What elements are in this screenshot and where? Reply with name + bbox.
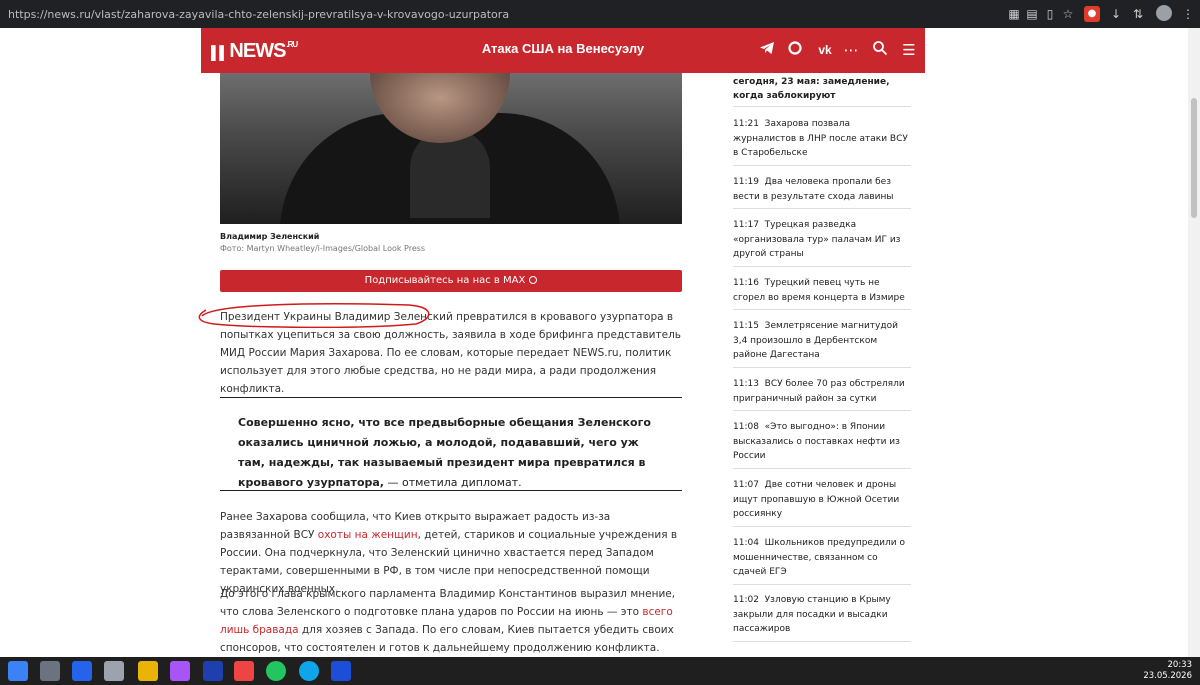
- vk-icon[interactable]: vk: [815, 40, 835, 60]
- news-item[interactable]: 11:07 Две сотни человек и дроны ищут про…: [733, 478, 911, 522]
- news-item[interactable]: 11:21 Захарова позвала журналистов в ЛНР…: [733, 117, 911, 161]
- translate-icon[interactable]: ▤: [1024, 6, 1040, 22]
- search-icon[interactable]: [870, 40, 890, 60]
- edge-icon[interactable]: [299, 661, 319, 681]
- telegram-icon[interactable]: [757, 40, 777, 60]
- start-button-icon[interactable]: [8, 661, 28, 681]
- folder-icon[interactable]: [138, 661, 158, 681]
- paint-app-icon[interactable]: [170, 661, 190, 681]
- news-item[interactable]: 11:08 «Это выгодно»: в Японии высказалис…: [733, 420, 911, 464]
- red-hand-drawn-circle: [198, 303, 430, 328]
- link-ohota-na-zhenshchin[interactable]: охоты на женщин: [318, 529, 418, 541]
- taskbar: 20:33 23.05.2026: [0, 657, 1200, 685]
- download-icon[interactable]: ↓: [1108, 6, 1124, 22]
- news-item[interactable]: 11:16 Турецкий певец чуть не сгорел во в…: [733, 276, 911, 305]
- chrome-icon[interactable]: [266, 661, 286, 681]
- news-item[interactable]: 11:04 Школьников предупредили о мошеннич…: [733, 536, 911, 580]
- quote-divider-bottom: [220, 490, 682, 491]
- max-logo-icon: [529, 276, 538, 284]
- explorer-app-icon[interactable]: [40, 661, 60, 681]
- article-paragraph-3: До этого глава крымского парламента Влад…: [220, 588, 676, 654]
- photo-caption-name: Владимир Зеленский: [220, 232, 320, 241]
- news-item[interactable]: 11:02 Узловую станцию в Крыму закрыли дл…: [733, 593, 911, 637]
- photo-credit: Фото: Martyn Wheatley/i-Images/Global Lo…: [220, 244, 426, 253]
- yandex-browser-icon[interactable]: [234, 661, 254, 681]
- site-header: ▌▌ NEWS.RU Атака США на Венесуэлу vk ⋯ ☰: [201, 28, 925, 73]
- news-item[interactable]: 11:17 Турецкая разведка «организовала ту…: [733, 218, 911, 262]
- site-logo[interactable]: ▌▌ NEWS.RU: [211, 40, 298, 63]
- subscribe-max-button[interactable]: Подписывайтесь на нас в MAX: [220, 270, 682, 292]
- settings-app-icon[interactable]: [104, 661, 124, 681]
- quote-divider-top: [220, 397, 682, 398]
- page-viewport: ▌▌ NEWS.RU Атака США на Венесуэлу vk ⋯ ☰ …: [0, 28, 1200, 657]
- scrollbar-thumb[interactable]: [1191, 98, 1197, 218]
- news-item[interactable]: 11:19 Два человека пропали без вести в р…: [733, 175, 911, 204]
- menu-icon[interactable]: ⋮: [1180, 6, 1196, 22]
- news-item[interactable]: 11:13 ВСУ более 70 раз обстреляли пригра…: [733, 377, 911, 406]
- sync-icon[interactable]: ⇅: [1130, 6, 1146, 22]
- logo-mark-icon: ▌▌: [211, 45, 228, 60]
- bookmark-icon[interactable]: ☆: [1060, 6, 1076, 22]
- camera-app-icon[interactable]: [203, 661, 223, 681]
- reader-icon[interactable]: ▯: [1042, 6, 1058, 22]
- article-photo: [220, 73, 682, 224]
- more-icon[interactable]: ⋯: [841, 40, 861, 60]
- calculator-icon[interactable]: [72, 661, 92, 681]
- tab-grid-icon[interactable]: ▦: [1006, 6, 1022, 22]
- url-text[interactable]: https://news.ru/vlast/zaharova-zayavila-…: [8, 8, 509, 21]
- system-clock[interactable]: 20:33 23.05.2026: [1143, 660, 1192, 682]
- extension-icon[interactable]: ●: [1084, 6, 1100, 22]
- blockquote: Совершенно ясно, что все предвыборные об…: [238, 416, 651, 489]
- news-item[interactable]: 11:15 Землетрясение магнитудой 3,4 произ…: [733, 319, 911, 363]
- word-icon[interactable]: [331, 661, 351, 681]
- profile-avatar[interactable]: [1156, 5, 1172, 21]
- page-scrollbar[interactable]: [1188, 28, 1200, 657]
- hamburger-menu-icon[interactable]: ☰: [899, 40, 919, 60]
- browser-address-bar[interactable]: https://news.ru/vlast/zaharova-zayavila-…: [0, 0, 1200, 28]
- max-icon[interactable]: [785, 40, 805, 60]
- sidebar-top-item[interactable]: сегодня, 23 мая: замедление, когда забло…: [733, 75, 911, 103]
